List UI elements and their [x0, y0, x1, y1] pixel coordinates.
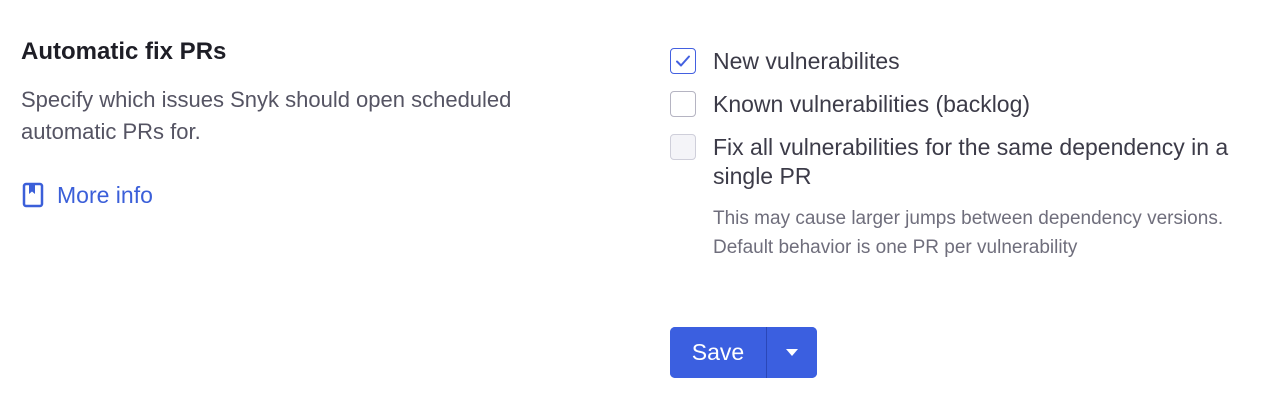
option-new-vulnerabilities[interactable]: New vulnerabilites: [670, 48, 900, 76]
book-icon: [21, 181, 45, 209]
option-label: Known vulnerabilities (backlog): [713, 91, 1031, 117]
checkmark-icon: [676, 55, 690, 67]
checkbox-known-vulnerabilities[interactable]: [670, 91, 696, 117]
option-label: New vulnerabilites: [713, 48, 900, 74]
save-options-dropdown-button[interactable]: [767, 327, 817, 378]
option-help-text: This may cause larger jumps between depe…: [713, 208, 1224, 258]
more-info-label: More info: [57, 182, 153, 208]
checkbox-fix-all-single-pr: [670, 134, 696, 160]
section-description: Specify which issues Snyk should open sc…: [21, 87, 512, 144]
option-fix-all-single-pr: Fix all vulnerabilities for the same dep…: [670, 134, 1240, 191]
save-split-button: Save: [670, 327, 817, 378]
more-info-link[interactable]: More info: [21, 180, 153, 210]
checkbox-new-vulnerabilities[interactable]: [670, 48, 696, 74]
settings-section-info: Automatic fix PRs Specify which issues S…: [21, 34, 621, 208]
save-button[interactable]: Save: [670, 327, 766, 378]
caret-down-icon: [786, 349, 798, 356]
section-title: Automatic fix PRs: [21, 38, 227, 65]
option-known-vulnerabilities[interactable]: Known vulnerabilities (backlog): [670, 91, 1030, 119]
option-label: Fix all vulnerabilities for the same dep…: [713, 134, 1229, 189]
